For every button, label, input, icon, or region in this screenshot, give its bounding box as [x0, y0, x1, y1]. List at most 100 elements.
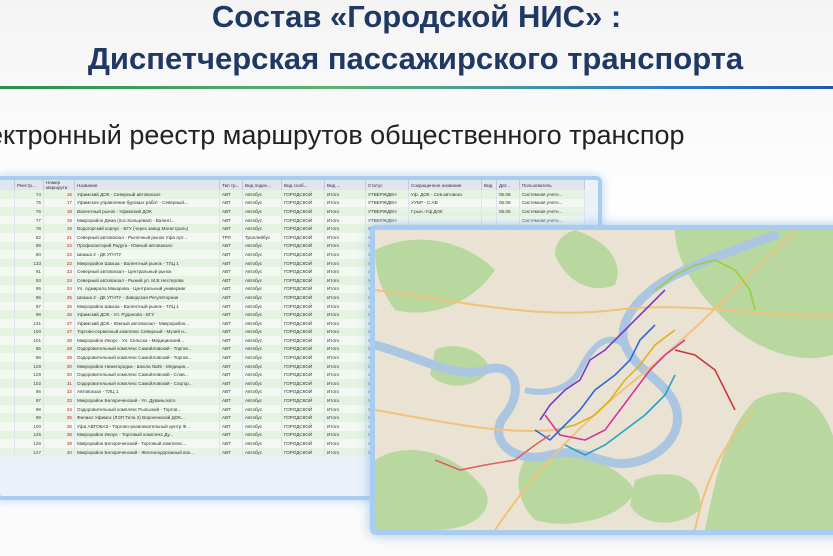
registry-cell: Автобус	[242, 250, 282, 259]
registry-cell: УТВЕРЖДЕН	[365, 190, 409, 199]
registry-cell: Итого	[324, 224, 366, 233]
registry-cell: Итого	[324, 250, 366, 259]
registry-cell: АВТ	[219, 370, 243, 380]
registry-cell: Системная учетн...	[519, 215, 585, 225]
registry-cell: 76	[14, 207, 44, 216]
registry-cell	[0, 318, 15, 328]
registry-cell: Микрорайон Шакша - Валентный рынок - ТЛЦ…	[74, 301, 220, 311]
registry-cell: 22	[43, 250, 75, 259]
registry-cell: 05.06	[496, 190, 520, 199]
registry-cell: Автобус	[242, 293, 282, 302]
registry-cell: 33	[43, 396, 75, 405]
registry-column-header[interactable]: Сокращенное название	[408, 180, 482, 190]
registry-cell	[0, 198, 15, 208]
registry-cell: Автобус	[242, 215, 282, 225]
registry-cell: Микрорайон Инорс - Ул. Сельска - Медицин…	[74, 336, 220, 345]
registry-cell: ГОРОДСКОЙ	[281, 275, 325, 285]
registry-cell: Итого	[324, 336, 366, 345]
registry-cell: 82	[14, 232, 44, 242]
registry-cell: ГОРОДСКОЙ	[281, 413, 325, 423]
registry-cell: ГОРОДСКОЙ	[281, 310, 325, 319]
registry-cell	[0, 250, 15, 259]
registry-cell: 127	[14, 447, 44, 457]
registry-header-row: Реестр... Номер маршрута Название Тип тр...…	[0, 180, 585, 190]
registry-cell: 29	[43, 353, 75, 362]
registry-cell: Автобус	[242, 310, 282, 319]
registry-cell: Автобус	[242, 207, 282, 216]
registry-row[interactable]: 77 19 Микрорайон Дема (пос.Кольцевая) - Ва…	[0, 215, 585, 225]
registry-cell: Автобус	[242, 198, 282, 208]
registry-cell: 129	[14, 370, 44, 380]
registry-column-header[interactable]: Тип тр...	[219, 180, 243, 190]
registry-column-header[interactable]: Вид подач...	[242, 180, 282, 190]
registry-cell: 28	[43, 336, 75, 345]
registry-cell: Микрорайон Белореченский - Торговый комп…	[74, 439, 220, 448]
registry-column-header[interactable]: Название	[74, 180, 220, 190]
registry-cell: Итого	[324, 207, 366, 216]
registry-cell: 95	[14, 284, 44, 294]
registry-cell: АВТ	[219, 413, 243, 423]
registry-cell: 38	[43, 430, 75, 440]
registry-cell	[0, 430, 15, 440]
registry-cell: Автобус	[242, 224, 282, 233]
registry-cell: ГОРОДСКОЙ	[281, 232, 325, 242]
registry-cell: ГОРОДСКОЙ	[281, 370, 325, 380]
registry-cell	[0, 413, 15, 423]
registry-column-header[interactable]: Статус	[365, 180, 409, 190]
registry-cell: АВТ	[219, 396, 243, 405]
registry-cell: ГОРОДСКОЙ	[281, 404, 325, 414]
registry-cell: АВТ	[219, 284, 243, 294]
registry-cell: ГОРОДСКОЙ	[281, 353, 325, 362]
registry-cell	[0, 327, 15, 337]
registry-cell: Ул. Адмирала Макарова - Центральный унив…	[74, 284, 220, 294]
registry-cell: 93	[14, 275, 44, 285]
registry-cell: Итого	[324, 267, 366, 276]
registry-row[interactable]: 75 17 Уфимское управление буровых работ - …	[0, 198, 585, 208]
registry-row[interactable]: 74 15 Уфимский ДОК - Северный автовокзал АВ…	[0, 190, 585, 199]
registry-cell: ГОРОДСКОЙ	[281, 344, 325, 354]
registry-cell: 101	[14, 336, 44, 345]
registry-cell: ГОРОДСКОЙ	[281, 267, 325, 276]
registry-row[interactable]: 76 18 Валентный рынок - Уфимский ДОК АВТ Авт…	[0, 207, 585, 216]
registry-column-header[interactable]: Номер маршрута	[43, 180, 75, 190]
registry-cell	[481, 207, 497, 216]
registry-cell: ГОРОДСКОЙ	[281, 336, 325, 345]
registry-column-header[interactable]: Дат...	[496, 180, 520, 190]
route-map	[375, 230, 833, 530]
registry-cell: АВТ	[219, 215, 243, 225]
registry-cell	[0, 447, 15, 457]
registry-cell: Северный автовокзал - Центральный рынок	[74, 267, 220, 276]
registry-cell: 98	[14, 404, 44, 414]
registry-cell: 128	[14, 361, 44, 371]
registry-column-header[interactable]: Вид сооб...	[281, 180, 325, 190]
registry-cell: Автобус	[242, 404, 282, 414]
registry-cell: Автовокзал - ТЛЦ 1	[74, 387, 220, 397]
registry-cell: ГОРОДСКОЙ	[281, 447, 325, 457]
registry-cell: ГОРОДСКОЙ	[281, 361, 325, 371]
registry-cell: Автобус	[242, 387, 282, 397]
registry-cell: Итого	[324, 379, 366, 388]
registry-cell: Итого	[324, 439, 366, 448]
registry-cell: ГОРОДСКОЙ	[281, 241, 325, 251]
registry-cell: 25	[43, 293, 75, 302]
registry-cell: Автобус	[242, 422, 282, 431]
registry-cell: АВТ	[219, 250, 243, 259]
registry-cell: ГОРОДСКОЙ	[281, 284, 325, 294]
registry-column-header[interactable]: Вид	[481, 180, 497, 190]
registry-cell: 39	[43, 439, 75, 448]
registry-cell: 25	[43, 301, 75, 311]
registry-column-header[interactable]: Реестр...	[14, 180, 44, 190]
registry-cell: 91	[14, 267, 44, 276]
registry-cell: 30	[43, 370, 75, 380]
registry-cell	[0, 224, 15, 233]
registry-cell: 27	[43, 318, 75, 328]
registry-cell: Итого	[324, 198, 366, 208]
registry-cell: АВТ	[219, 258, 243, 268]
registry-cell: 21	[43, 232, 75, 242]
registry-column-header[interactable]	[0, 180, 15, 190]
registry-cell: Автобус	[242, 241, 282, 251]
registry-column-header[interactable]: Вид ...	[324, 180, 366, 190]
registry-column-header[interactable]: Пользователь	[519, 180, 585, 190]
registry-cell: УТВЕРЖДЕН	[365, 198, 409, 208]
registry-cell: АВТ	[219, 327, 243, 337]
